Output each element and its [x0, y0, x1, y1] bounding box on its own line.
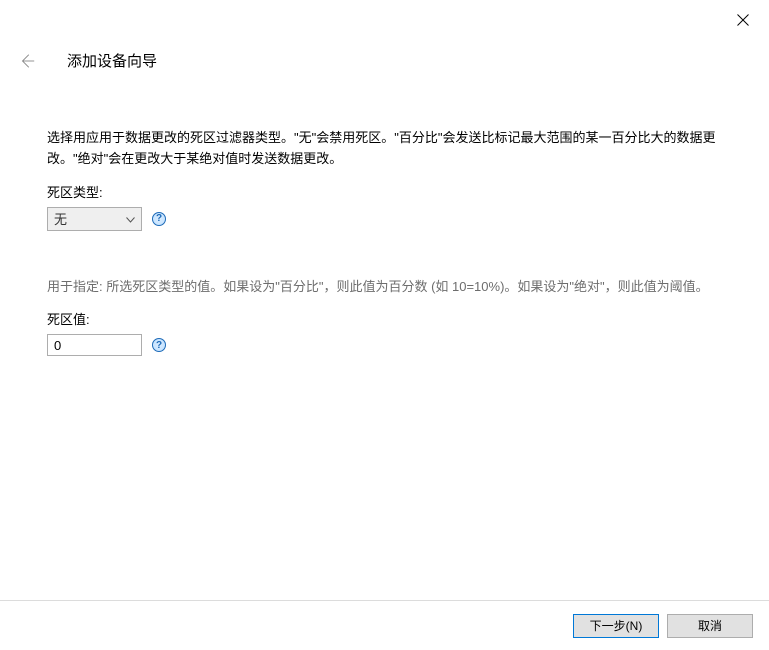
arrow-left-icon	[18, 52, 36, 70]
wizard-title: 添加设备向导	[67, 50, 157, 71]
help-icon[interactable]: ?	[152, 338, 166, 352]
deadband-type-field: 死区类型: 无 ?	[47, 182, 722, 231]
back-button[interactable]	[18, 52, 36, 70]
deadband-type-select[interactable]: 无	[47, 207, 142, 231]
content-area: 选择用应用于数据更改的死区过滤器类型。"无"会禁用死区。"百分比"会发送比标记最…	[47, 128, 722, 356]
close-button[interactable]	[735, 12, 751, 28]
wizard-footer: 下一步(N) 取消	[0, 600, 769, 650]
close-icon	[737, 14, 749, 26]
cancel-button[interactable]: 取消	[667, 614, 753, 638]
deadband-type-value: 无	[54, 209, 67, 228]
deadband-value-input[interactable]	[47, 334, 142, 356]
deadband-value-label: 死区值:	[47, 309, 722, 328]
deadband-value-field: 死区值: ?	[47, 309, 722, 356]
deadband-description: 选择用应用于数据更改的死区过滤器类型。"无"会禁用死区。"百分比"会发送比标记最…	[47, 128, 722, 170]
chevron-down-icon	[126, 211, 135, 226]
help-icon[interactable]: ?	[152, 212, 166, 226]
deadband-type-label: 死区类型:	[47, 182, 722, 201]
next-button[interactable]: 下一步(N)	[573, 614, 659, 638]
deadband-value-description: 用于指定: 所选死区类型的值。如果设为"百分比"，则此值为百分数 (如 10=1…	[47, 277, 722, 298]
